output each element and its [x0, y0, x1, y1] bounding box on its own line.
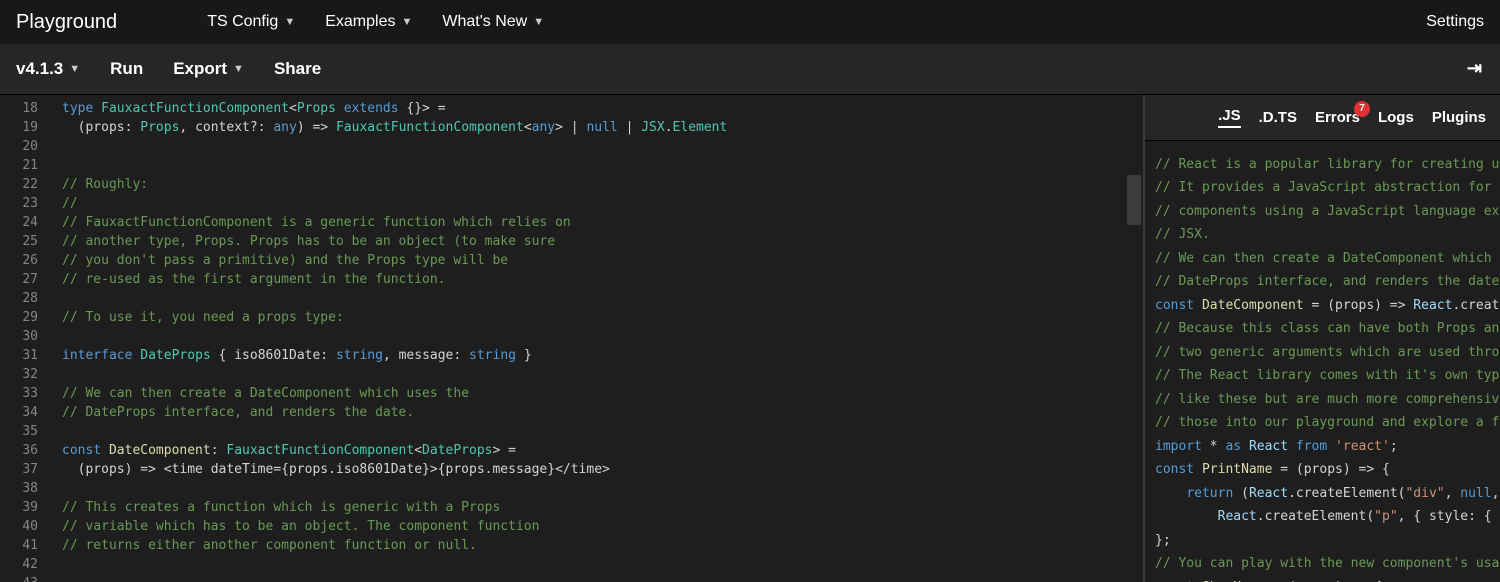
brand: Playground [16, 11, 117, 34]
share-button[interactable]: Share [274, 59, 321, 79]
menu-label: What's New [442, 13, 527, 31]
top-menu: TS Config ▼ Examples ▼ What's New ▼ [207, 13, 544, 31]
run-arrow-icon[interactable]: ⇥ [1467, 58, 1482, 79]
output-code[interactable]: // React is a popular library for creati… [1145, 141, 1500, 582]
chevron-down-icon: ▼ [533, 16, 544, 28]
menu-examples[interactable]: Examples ▼ [325, 13, 412, 31]
topbar: Playground TS Config ▼ Examples ▼ What's… [0, 0, 1500, 44]
code-lines[interactable]: type FauxactFunctionComponent<Props exte… [62, 95, 1143, 582]
run-button[interactable]: Run [110, 59, 143, 79]
export-label: Export [173, 59, 227, 79]
menu-ts-config[interactable]: TS Config ▼ [207, 13, 295, 31]
output-panel: .JS .D.TS Errors 7 Logs Plugins // React… [1143, 95, 1500, 582]
menu-whats-new[interactable]: What's New ▼ [442, 13, 544, 31]
export-dropdown[interactable]: Export ▼ [173, 59, 244, 79]
minimap[interactable] [1127, 95, 1141, 582]
code-editor[interactable]: 1819202122232425262728293031323334353637… [0, 95, 1143, 582]
output-tabs: .JS .D.TS Errors 7 Logs Plugins [1145, 95, 1500, 141]
tab-errors-label: Errors [1315, 109, 1360, 126]
content: 1819202122232425262728293031323334353637… [0, 95, 1500, 582]
chevron-down-icon: ▼ [401, 16, 412, 28]
menu-label: TS Config [207, 13, 278, 31]
tab-errors[interactable]: Errors 7 [1315, 109, 1360, 126]
toolbar: v4.1.3 ▼ Run Export ▼ Share ⇥ [0, 44, 1500, 95]
menu-label: Examples [325, 13, 395, 31]
tab-dts[interactable]: .D.TS [1259, 109, 1297, 126]
settings-link[interactable]: Settings [1426, 13, 1484, 31]
tab-plugins[interactable]: Plugins [1432, 109, 1486, 126]
tab-js[interactable]: .JS [1218, 107, 1241, 128]
minimap-thumb[interactable] [1127, 175, 1141, 225]
version-dropdown[interactable]: v4.1.3 ▼ [16, 59, 80, 79]
chevron-down-icon: ▼ [284, 16, 295, 28]
version-label: v4.1.3 [16, 59, 63, 79]
error-count-badge: 7 [1354, 101, 1370, 117]
line-gutter: 1819202122232425262728293031323334353637… [0, 95, 50, 582]
chevron-down-icon: ▼ [69, 63, 80, 75]
chevron-down-icon: ▼ [233, 63, 244, 75]
tab-logs[interactable]: Logs [1378, 109, 1414, 126]
